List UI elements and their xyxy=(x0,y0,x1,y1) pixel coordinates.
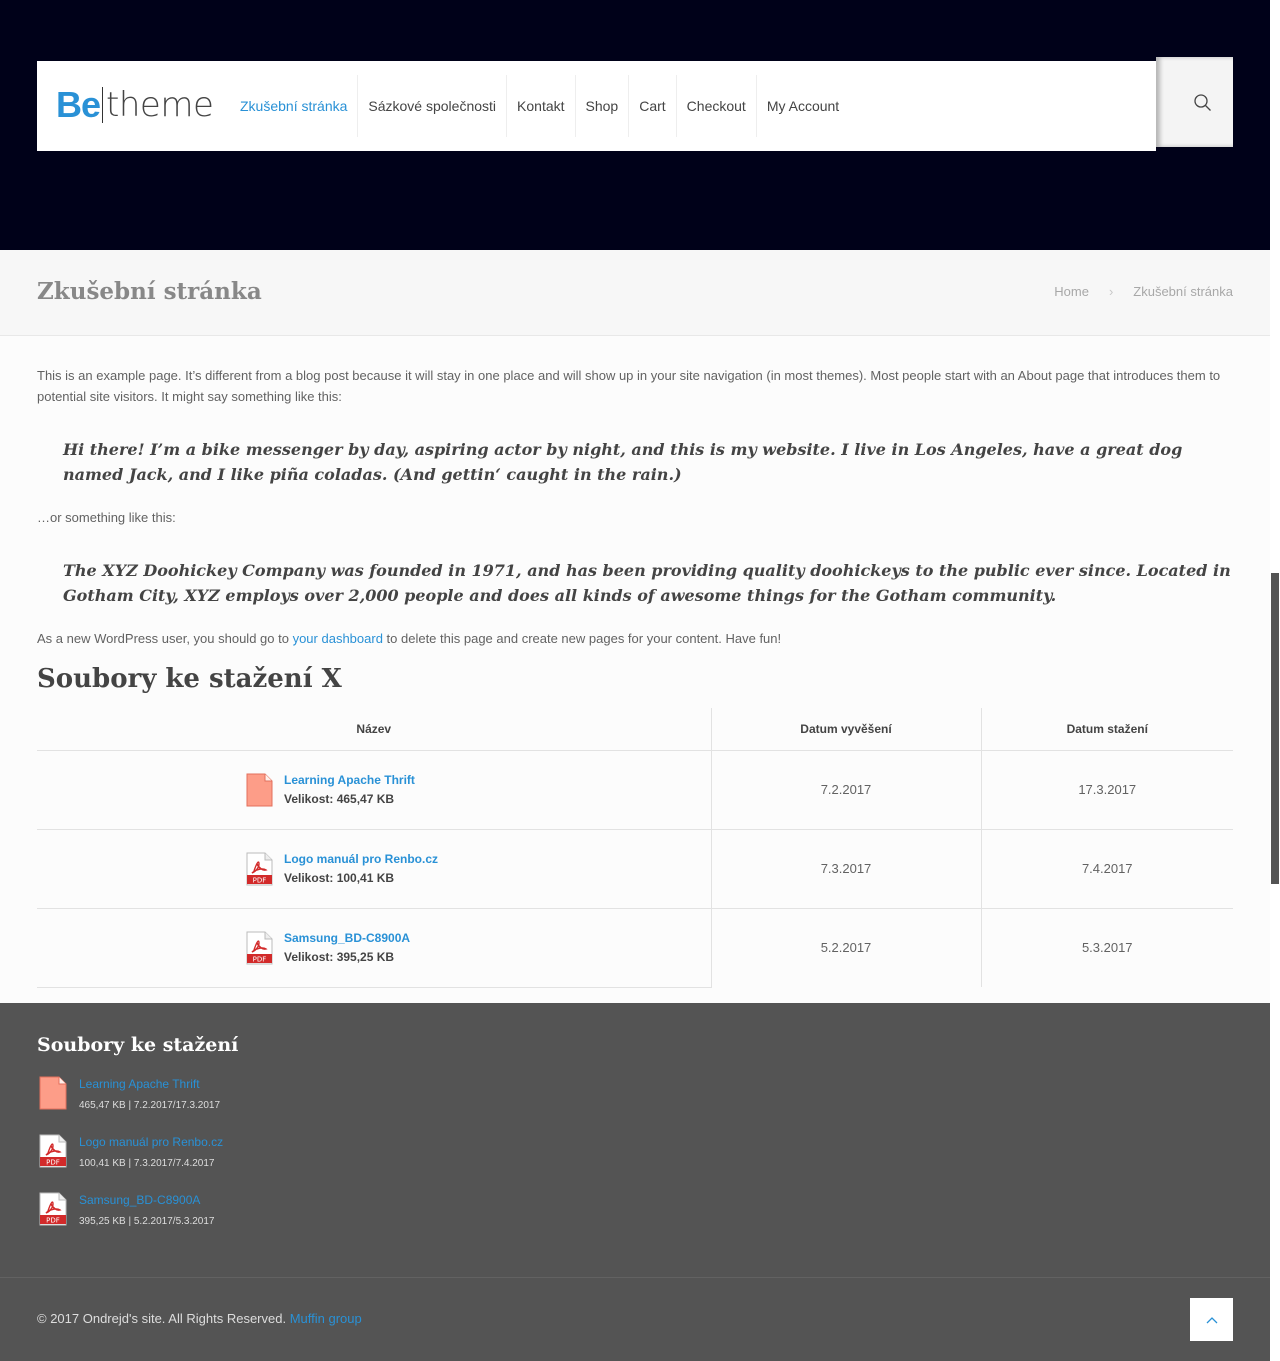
breadcrumb: Home › Zkušební stránka xyxy=(1054,284,1233,299)
site-footer: Soubory ke stažení Learning Apache Thrif… xyxy=(0,1003,1270,1361)
logo-be: Be xyxy=(56,84,101,125)
menu-item-shop[interactable]: Shop xyxy=(576,75,630,137)
footer-file-meta: 100,41 KB | 7.3.2017/7.4.2017 xyxy=(79,1158,215,1169)
top-bar: Be theme Zkušební stránka Sázkové společn… xyxy=(37,61,1156,151)
download-date: 7.4.2017 xyxy=(981,829,1233,909)
or-something-paragraph: …or something like this: xyxy=(37,510,176,525)
footer-file-link[interactable]: Logo manuál pro Renbo.cz xyxy=(79,1135,223,1149)
table-header-row: Název Datum vyvěšení Datum stažení xyxy=(37,708,1233,751)
copyright-label: © 2017 Ondrejd's site. All Rights Reserv… xyxy=(37,1311,290,1326)
file-size: Velikost: 395,25 KB xyxy=(284,950,395,964)
file-cell: Learning Apache Thrift Velikost: 465,47 … xyxy=(37,750,712,830)
footer-file-link[interactable]: Samsung_BD-C8900A xyxy=(79,1193,215,1207)
svg-text:PDF: PDF xyxy=(46,1217,60,1225)
table-row: PDF Logo manuál pro Renbo.cz Velikost: 1… xyxy=(37,829,1233,909)
column-header-downloaded: Datum stažení xyxy=(981,708,1233,751)
breadcrumb-current[interactable]: Zkušební stránka xyxy=(1133,284,1233,299)
table-row: PDF Samsung_BD-C8900A Velikost: 395,25 K… xyxy=(37,908,1233,988)
footer-copyright-bar: © 2017 Ondrejd's site. All Rights Reserv… xyxy=(0,1277,1270,1361)
new-user-text-pre: As a new WordPress user, you should go t… xyxy=(37,631,293,646)
footer-download-item: Learning Apache Thrift 465,47 KB | 7.2.2… xyxy=(37,1076,220,1111)
file-size: Velikost: 465,47 KB xyxy=(284,792,395,806)
file-icon xyxy=(39,1076,67,1110)
downloads-table: Název Datum vyvěšení Datum stažení Learn… xyxy=(37,708,1233,988)
file-cell: PDF Logo manuál pro Renbo.cz Velikost: 1… xyxy=(37,829,712,909)
footer-file-meta: 465,47 KB | 7.2.2017/17.3.2017 xyxy=(79,1100,221,1111)
new-user-text-post: to delete this page and create new pages… xyxy=(382,631,782,646)
pdf-icon: PDF xyxy=(246,931,273,964)
new-user-paragraph: As a new WordPress user, you should go t… xyxy=(37,628,781,649)
breadcrumb-home[interactable]: Home xyxy=(1054,284,1089,299)
posted-date: 7.3.2017 xyxy=(711,829,982,909)
table-row: Learning Apache Thrift Velikost: 465,47 … xyxy=(37,750,1233,830)
posted-date: 7.2.2017 xyxy=(711,750,982,830)
svg-text:PDF: PDF xyxy=(46,1159,60,1167)
search-button[interactable] xyxy=(1156,57,1233,147)
download-date: 5.3.2017 xyxy=(1081,940,1133,956)
footer-widget-title: Soubory ke stažení xyxy=(37,1034,239,1056)
footer-download-item: PDF Logo manuál pro Renbo.cz 100,41 KB |… xyxy=(37,1134,223,1169)
logo-divider xyxy=(102,87,104,123)
menu-item-sazkove-spolecnosti[interactable]: Sázkové společnosti xyxy=(358,75,508,137)
copyright-text: © 2017 Ondrejd's site. All Rights Reserv… xyxy=(37,1311,362,1326)
site-logo[interactable]: Be theme xyxy=(56,84,214,125)
scrollbar-thumb[interactable] xyxy=(1271,573,1279,884)
menu-item-checkout[interactable]: Checkout xyxy=(677,75,757,137)
file-name-link[interactable]: Logo manuál pro Renbo.cz xyxy=(284,852,438,866)
column-header-name: Název xyxy=(37,708,712,751)
downloads-heading: Soubory ke stažení X xyxy=(37,664,342,694)
muffin-group-link[interactable]: Muffin group xyxy=(290,1311,362,1326)
file-name-link[interactable]: Learning Apache Thrift xyxy=(284,773,415,787)
search-icon xyxy=(1194,94,1211,111)
menu-item-my-account[interactable]: My Account xyxy=(757,75,849,137)
menu-item-cart[interactable]: Cart xyxy=(629,75,677,137)
menu-item-zkusebni-stranka[interactable]: Zkušební stránka xyxy=(230,75,359,137)
quote-xyz-company: The XYZ Doohickey Company was founded in… xyxy=(63,561,1231,605)
page-scrollbar[interactable] xyxy=(1270,0,1280,1361)
dashboard-link[interactable]: your dashboard xyxy=(293,631,383,646)
file-cell: PDF Samsung_BD-C8900A Velikost: 395,25 K… xyxy=(37,908,712,988)
pdf-icon: PDF xyxy=(39,1192,67,1226)
pdf-icon: PDF xyxy=(246,852,273,885)
breadcrumb-separator-icon: › xyxy=(1108,284,1114,299)
pdf-icon: PDF xyxy=(39,1134,67,1168)
file-icon xyxy=(246,773,273,806)
download-date: 17.3.2017 xyxy=(981,750,1233,830)
file-name-link[interactable]: Samsung_BD-C8900A xyxy=(284,931,410,945)
logo-theme: theme xyxy=(106,85,214,125)
footer-file-meta: 395,25 KB | 5.2.2017/5.3.2017 xyxy=(79,1216,215,1227)
footer-download-item: PDF Samsung_BD-C8900A 395,25 KB | 5.2.20… xyxy=(37,1192,215,1227)
footer-file-link[interactable]: Learning Apache Thrift xyxy=(79,1077,220,1091)
svg-text:PDF: PDF xyxy=(253,876,267,884)
page-subheader: Zkušební stránka Home › Zkušební stránka xyxy=(0,250,1270,336)
menu-item-kontakt[interactable]: Kontakt xyxy=(507,75,576,137)
svg-text:PDF: PDF xyxy=(253,955,267,963)
intro-paragraph: This is an example page. It’s different … xyxy=(37,368,1221,404)
page-title: Zkušební stránka xyxy=(37,278,262,305)
chevron-up-icon xyxy=(1206,1316,1217,1323)
column-header-posted: Datum vyvěšení xyxy=(711,708,982,751)
back-to-top-button[interactable] xyxy=(1190,1298,1233,1341)
file-size: Velikost: 100,41 KB xyxy=(284,871,395,885)
main-menu: Zkušební stránka Sázkové společnosti Kon… xyxy=(230,75,849,137)
quote-bike-messenger: Hi there! I’m a bike messenger by day, a… xyxy=(63,440,1183,484)
posted-date: 5.2.2017 xyxy=(711,908,982,987)
site-header: Be theme Zkušební stránka Sázkové společn… xyxy=(0,0,1270,250)
